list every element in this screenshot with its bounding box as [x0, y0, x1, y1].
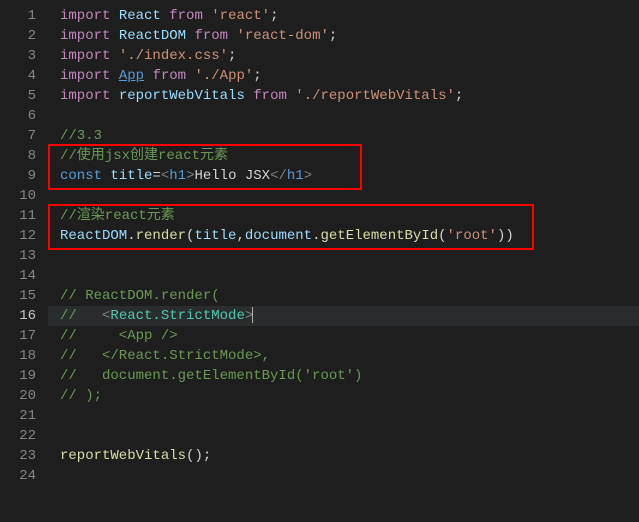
- line-number: 5: [8, 86, 36, 106]
- code-line[interactable]: reportWebVitals();: [48, 446, 639, 466]
- line-number: 2: [8, 26, 36, 46]
- line-number: 4: [8, 66, 36, 86]
- line-number: 11: [8, 206, 36, 226]
- code-line[interactable]: // </React.StrictMode>,: [48, 346, 639, 366]
- line-number: 8: [8, 146, 36, 166]
- code-line-empty[interactable]: [48, 186, 639, 206]
- line-number-gutter: 1 2 3 4 5 6 7 8 9 10 11 12 13 14 15 16 1…: [0, 0, 48, 522]
- line-number: 10: [8, 186, 36, 206]
- code-line[interactable]: //3.3: [48, 126, 639, 146]
- line-number: 22: [8, 426, 36, 446]
- code-line-empty[interactable]: [48, 406, 639, 426]
- code-line[interactable]: // <App />: [48, 326, 639, 346]
- code-line[interactable]: // ReactDOM.render(: [48, 286, 639, 306]
- code-line[interactable]: import './index.css';: [48, 46, 639, 66]
- code-line-empty[interactable]: [48, 106, 639, 126]
- line-number: 12: [8, 226, 36, 246]
- line-number: 17: [8, 326, 36, 346]
- line-number-current: 16: [8, 306, 36, 326]
- code-line[interactable]: import React from 'react';: [48, 6, 639, 26]
- line-number: 20: [8, 386, 36, 406]
- code-line-empty[interactable]: [48, 466, 639, 486]
- line-number: 9: [8, 166, 36, 186]
- line-number: 7: [8, 126, 36, 146]
- line-number: 1: [8, 6, 36, 26]
- code-line[interactable]: // );: [48, 386, 639, 406]
- code-area[interactable]: import React from 'react'; import ReactD…: [48, 0, 639, 522]
- code-editor[interactable]: 1 2 3 4 5 6 7 8 9 10 11 12 13 14 15 16 1…: [0, 0, 639, 522]
- line-number: 13: [8, 246, 36, 266]
- code-line[interactable]: //使用jsx创建react元素: [48, 146, 639, 166]
- code-line[interactable]: //渲染react元素: [48, 206, 639, 226]
- line-number: 23: [8, 446, 36, 466]
- code-line-empty[interactable]: [48, 246, 639, 266]
- line-number: 18: [8, 346, 36, 366]
- line-number: 15: [8, 286, 36, 306]
- code-line[interactable]: const title=<h1>Hello JSX</h1>: [48, 166, 639, 186]
- code-line[interactable]: // document.getElementById('root'): [48, 366, 639, 386]
- line-number: 6: [8, 106, 36, 126]
- code-line-empty[interactable]: [48, 426, 639, 446]
- code-line-current[interactable]: // <React.StrictMode>: [48, 306, 639, 326]
- line-number: 3: [8, 46, 36, 66]
- text-cursor: [252, 307, 253, 323]
- line-number: 24: [8, 466, 36, 486]
- code-line[interactable]: import ReactDOM from 'react-dom';: [48, 26, 639, 46]
- line-number: 21: [8, 406, 36, 426]
- line-number: 14: [8, 266, 36, 286]
- code-line[interactable]: import App from './App';: [48, 66, 639, 86]
- code-line[interactable]: ReactDOM.render(title,document.getElemen…: [48, 226, 639, 246]
- code-line[interactable]: import reportWebVitals from './reportWeb…: [48, 86, 639, 106]
- import-link-app[interactable]: App: [119, 68, 144, 84]
- line-number: 19: [8, 366, 36, 386]
- code-line-empty[interactable]: [48, 266, 639, 286]
